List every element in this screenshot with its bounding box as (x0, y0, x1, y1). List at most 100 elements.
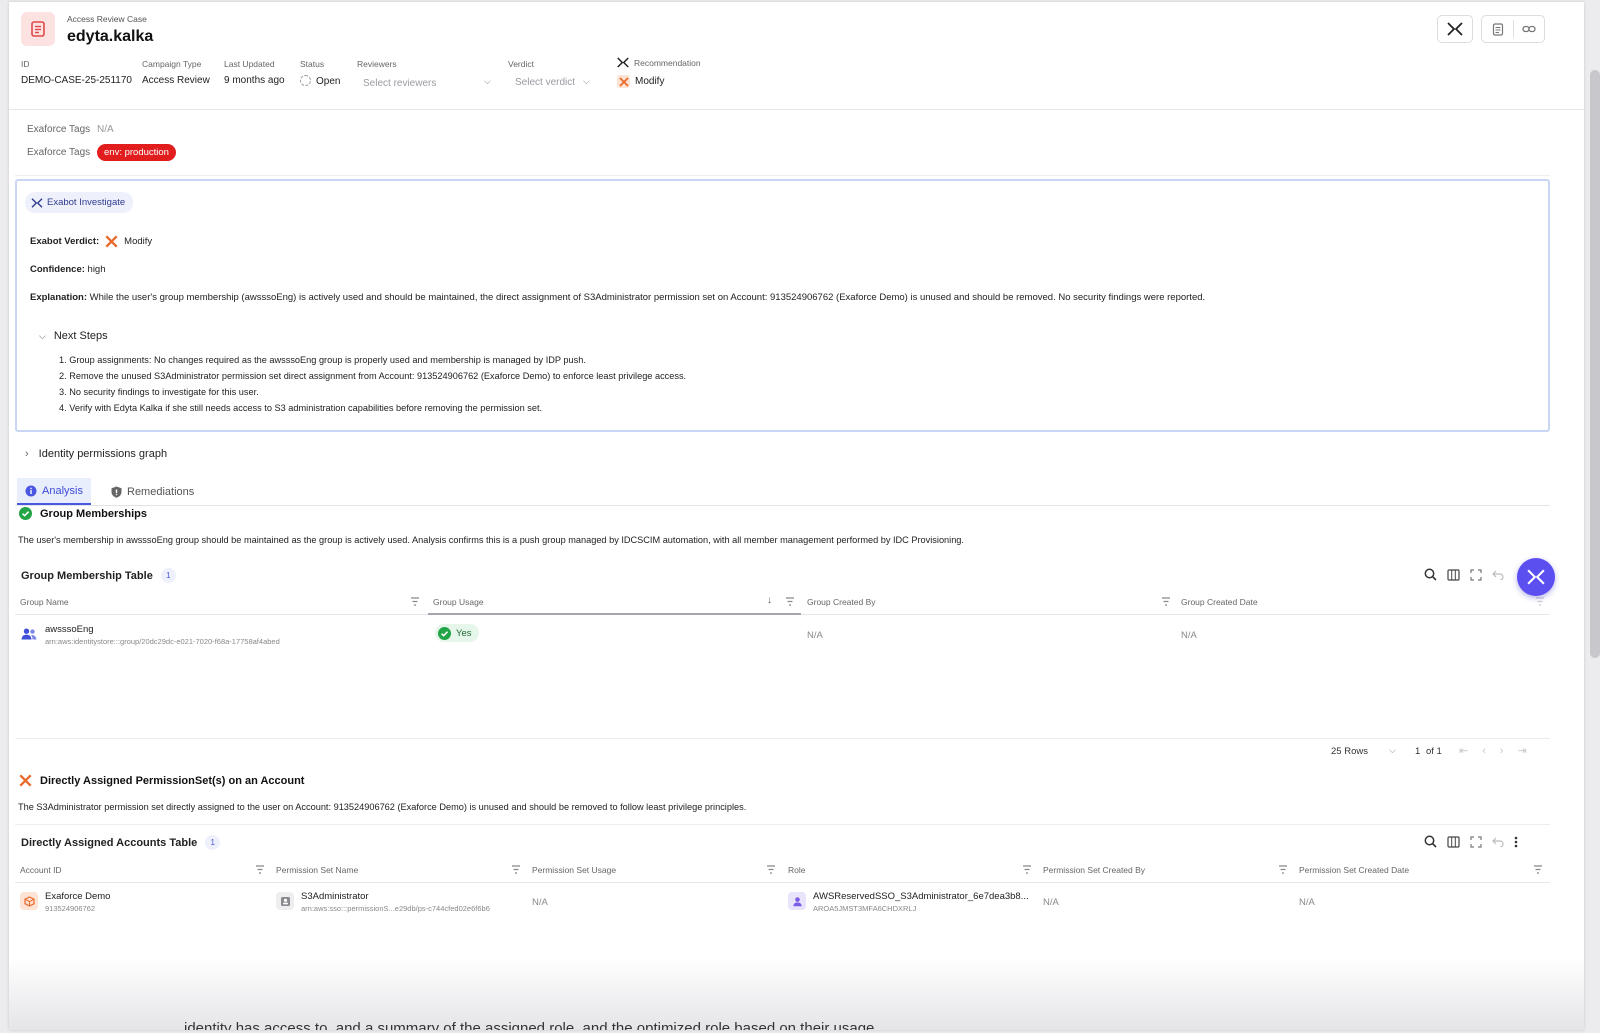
search-icon[interactable] (1424, 835, 1437, 848)
recommendation-label: Recommendation (617, 57, 701, 68)
confidence-value: high (87, 264, 106, 275)
columns-icon[interactable] (1447, 568, 1460, 581)
column-header[interactable]: Group Created By (807, 597, 876, 607)
filter-icon[interactable] (255, 865, 265, 874)
permission-set-created-by: N/A (1043, 897, 1059, 908)
exabot-button[interactable] (1437, 15, 1473, 43)
column-header[interactable]: Account ID (20, 865, 62, 875)
next-steps-list: 1. Group assignments: No changes require… (59, 352, 686, 416)
filter-icon[interactable] (1533, 865, 1543, 874)
column-header[interactable]: Permission Set Created By (1043, 865, 1145, 875)
filter-icon[interactable] (1535, 597, 1545, 606)
recommendation-label-text: Recommendation (634, 57, 701, 68)
group-table-toolbar (1424, 568, 1504, 581)
column-header[interactable]: Group Name (20, 597, 69, 607)
identity-permissions-graph-toggle[interactable]: › Identity permissions graph (15, 440, 1550, 468)
page-scrollbar[interactable] (1590, 70, 1600, 658)
recommendation-value: Modify (617, 75, 664, 88)
verdict-select[interactable]: Select verdict (515, 77, 575, 88)
id-label: ID (21, 59, 30, 69)
permission-set-name[interactable]: S3Administrator (301, 891, 369, 902)
more-vertical-icon[interactable] (1514, 836, 1518, 848)
sort-descending-icon[interactable]: ↓ (767, 595, 772, 606)
divider (15, 824, 1550, 825)
column-header[interactable]: Permission Set Name (276, 865, 358, 875)
reviewers-select[interactable]: Select reviewers (363, 78, 436, 89)
first-page-icon[interactable]: ⇤ (1459, 745, 1482, 757)
reviewers-chevron-down-icon[interactable]: ⌵ (484, 76, 491, 87)
search-icon[interactable] (1424, 568, 1437, 581)
fullscreen-icon[interactable] (1470, 835, 1482, 848)
tools-icon (19, 774, 32, 787)
group-memberships-title: Group Memberships (40, 507, 147, 520)
role-id: AROA5JMST3MFA6CHDXRLJ (813, 904, 917, 913)
filter-icon[interactable] (1278, 865, 1288, 874)
filter-icon[interactable] (766, 865, 776, 874)
last-updated-label: Last Updated (224, 59, 275, 69)
next-steps-label: Next Steps (53, 330, 108, 342)
next-page-icon[interactable]: › (1500, 745, 1518, 757)
undo-icon[interactable] (1492, 836, 1504, 847)
exabot-investigate-button[interactable]: Exabot Investigate (25, 192, 134, 213)
column-header[interactable]: Role (788, 865, 805, 875)
rows-per-page-select[interactable]: 25 Rows (1331, 746, 1368, 757)
env-production-tag[interactable]: env: production (97, 144, 176, 161)
chevron-down-icon: ⌵ (39, 330, 46, 341)
explanation-value: While the user's group membership (awsss… (89, 292, 1206, 303)
direct-table-header: Account ID Permission Set Name Permissio… (15, 859, 1550, 883)
case-kicker: Access Review Case (67, 14, 147, 24)
status-label: Status (300, 59, 325, 69)
identity-graph-label: Identity permissions graph (38, 448, 168, 460)
column-header[interactable]: Permission Set Usage (532, 865, 616, 875)
group-created-date: N/A (1181, 630, 1197, 641)
table-row[interactable]: awsssoEng arn:aws:identitystore:::group/… (15, 616, 1550, 652)
divider (15, 738, 1550, 739)
fullscreen-icon[interactable] (1470, 568, 1482, 581)
background-page-text: identity has access to, and a summary of… (184, 1020, 875, 1030)
permission-set-icon (276, 892, 294, 910)
account-name[interactable]: Exaforce Demo (45, 891, 110, 902)
exabot-chat-button[interactable] (1517, 558, 1555, 596)
verdict-chevron-down-icon[interactable]: ⌵ (583, 76, 590, 87)
permission-set-arn: arn:aws:sso:::permissionS...e29db/ps-c74… (301, 904, 490, 913)
tab-remediations[interactable]: Remediations (103, 478, 202, 505)
column-header[interactable]: Group Usage (433, 597, 484, 607)
group-table-count-badge: 1 (160, 568, 176, 583)
document-icon[interactable] (1483, 22, 1513, 36)
case-header: Access Review Case edyta.kalka ID DEMO-C… (9, 2, 1584, 110)
filter-icon[interactable] (1022, 865, 1032, 874)
filter-icon[interactable] (785, 597, 795, 606)
shield-icon (111, 486, 122, 498)
role-name[interactable]: AWSReservedSSO_S3Administrator_6e7dea3b8… (813, 891, 1029, 902)
exabot-icon (31, 197, 43, 208)
column-header[interactable]: Permission Set Created Date (1299, 865, 1409, 875)
group-memberships-heading: Group Memberships (19, 507, 147, 520)
exaforce-tags-label: Exaforce Tags (27, 124, 91, 135)
recommendation-text: Modify (635, 76, 665, 87)
group-arn: arn:aws:identitystore:::group/20dc29dc-e… (45, 637, 280, 646)
undo-icon[interactable] (1492, 569, 1504, 580)
status-value[interactable]: Open (300, 75, 340, 87)
filter-icon[interactable] (1161, 597, 1171, 606)
campaign-type-label: Campaign Type (142, 59, 202, 69)
columns-icon[interactable] (1447, 835, 1460, 848)
rows-chevron-down-icon[interactable]: ⌵ (1389, 745, 1396, 756)
direct-table-count-badge: 1 (205, 835, 221, 850)
tools-icon (105, 235, 118, 248)
group-name[interactable]: awsssoEng (45, 624, 94, 635)
explanation-line: Explanation: While the user's group memb… (30, 292, 1205, 303)
prev-page-icon[interactable]: ‹ (1482, 745, 1500, 757)
exabot-verdict-line: Exabot Verdict: Modify (30, 235, 152, 248)
last-page-icon[interactable]: ⇥ (1518, 745, 1541, 757)
tab-analysis-label: Analysis (42, 484, 83, 497)
group-created-by: N/A (807, 630, 823, 641)
tab-analysis[interactable]: Analysis (17, 478, 91, 505)
column-header[interactable]: Group Created Date (1181, 597, 1258, 607)
header-actions-group (1481, 15, 1545, 43)
next-steps-toggle[interactable]: ⌵ Next Steps (39, 330, 108, 342)
link-icon[interactable] (1514, 24, 1544, 34)
table-row[interactable]: Exaforce Demo 913524906762 S3Administrat… (15, 884, 1550, 918)
filter-icon[interactable] (511, 865, 521, 874)
chevron-right-icon: › (25, 448, 29, 460)
filter-icon[interactable] (410, 597, 420, 606)
